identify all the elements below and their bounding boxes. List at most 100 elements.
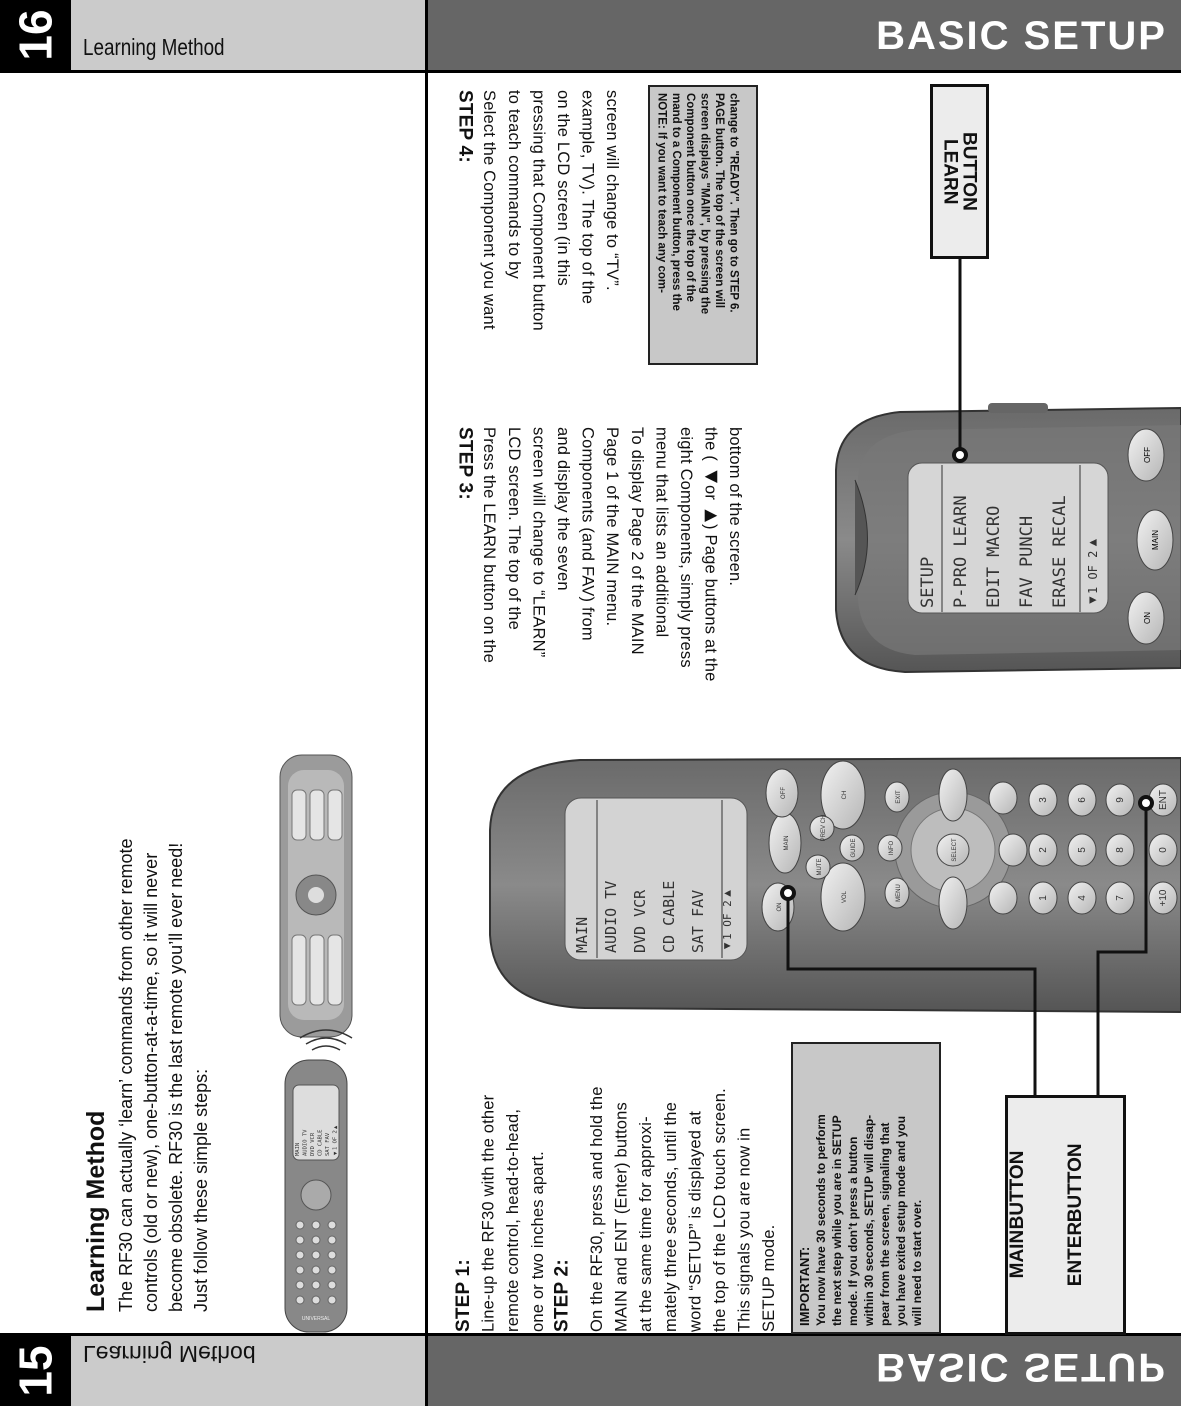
svg-text:9: 9: [1115, 797, 1126, 803]
n1-button[interactable]: 1: [1028, 881, 1058, 915]
lcd-line[interactable]: ERASE RECAL: [1044, 470, 1077, 608]
lcd-line[interactable]: P-PRO LEARN: [945, 470, 978, 608]
callout-label: LEARN BUTTON: [940, 132, 980, 211]
text-line: SETUP mode.: [760, 1224, 779, 1332]
note-line: screen displays "MAIN", by pressing the: [698, 93, 711, 315]
svg-text:PREV CH: PREV CH: [821, 815, 827, 842]
callout-line: BUTTON: [958, 132, 980, 211]
lcd-line[interactable]: CD CABLE: [655, 805, 684, 953]
lcd-line: ◀1 OF 2▶: [332, 1124, 339, 1156]
main-button[interactable]: MAIN: [1136, 509, 1174, 571]
text-line: example, TV). The top of the: [578, 90, 597, 305]
small-remote-key: [311, 1235, 321, 1245]
lcd-line[interactable]: FAV PUNCH: [1011, 470, 1044, 608]
plus10-button[interactable]: +10: [1148, 881, 1178, 915]
text-line: To display Page 2 of the MAIN: [627, 427, 646, 655]
lcd-line[interactable]: AUDIO TV: [597, 805, 626, 953]
svg-text:3: 3: [1038, 797, 1049, 803]
lcd-page-indicator[interactable]: ◀1 OF 2▶: [713, 805, 742, 953]
page-heading: Learning Method: [82, 1110, 110, 1312]
svg-text:VOL: VOL: [842, 890, 848, 903]
svg-text:4: 4: [1077, 895, 1088, 901]
small-remote-key: [327, 1280, 337, 1290]
text-line: screen will change to “TV”.: [603, 90, 622, 291]
svg-text:ON: ON: [777, 903, 783, 912]
callout-line: ENTER: [1064, 1222, 1086, 1287]
important-box: IMPORTANT: You now have 30 seconds to per…: [791, 1042, 941, 1334]
stop-button[interactable]: [988, 881, 1018, 915]
text-line: remote control, head-to-head,: [504, 1108, 523, 1332]
svg-text:MAIN: MAIN: [784, 836, 790, 851]
svg-text:6: 6: [1077, 797, 1088, 803]
text-line: the ( ◀or ▶) Page buttons at the: [701, 427, 720, 682]
callout-line: MAIN: [1006, 1230, 1028, 1279]
on-button[interactable]: ON: [1127, 591, 1165, 645]
important-line: the next step while you are in SETUP: [830, 1115, 844, 1326]
small-remote-key: [295, 1295, 305, 1305]
n7-button[interactable]: 7: [1105, 881, 1135, 915]
important-line: within 30 seconds, SETUP will disap-: [862, 1114, 876, 1326]
select-button[interactable]: SELECT: [936, 833, 970, 867]
text-line: word “SETUP” is displayed at: [686, 1110, 705, 1332]
mute-button[interactable]: MUTE: [805, 854, 831, 880]
fast-forward-button[interactable]: [938, 768, 968, 822]
callout-main-enter: MAIN BUTTON ENTER BUTTON: [1005, 1095, 1126, 1335]
menu-button[interactable]: MENU: [884, 877, 910, 909]
n6-button[interactable]: 6: [1067, 783, 1097, 817]
important-line: mode. If you don’t press a button: [846, 1136, 860, 1326]
svg-text:8: 8: [1115, 847, 1126, 853]
lcd-page-indicator[interactable]: ◀1 OF 2▶: [1077, 470, 1110, 608]
text-line: Select the Component you want: [480, 90, 499, 330]
svg-text:SELECT: SELECT: [952, 838, 958, 862]
lcd-line[interactable]: DVD VCR: [626, 805, 655, 953]
rewind-button[interactable]: [938, 876, 968, 930]
off-button[interactable]: OFF: [1127, 428, 1165, 482]
svg-text:5: 5: [1077, 847, 1088, 853]
n2-button[interactable]: 2: [1028, 833, 1058, 867]
small-remote-key: [327, 1220, 337, 1230]
pause-button[interactable]: [988, 781, 1018, 815]
off-button[interactable]: OFF: [765, 768, 799, 818]
lcd-line: SAT FAV: [325, 1132, 331, 1156]
small-remote-key: [295, 1235, 305, 1245]
exit-button[interactable]: EXIT: [884, 781, 910, 813]
universal-remote-photo: [279, 754, 353, 1038]
text-line: pressing that Component button: [529, 90, 548, 331]
note-line: mand to a Component button, press the: [669, 93, 682, 311]
small-remote-key: [295, 1250, 305, 1260]
lcd-line[interactable]: SAT FAV: [684, 805, 713, 953]
guide-button[interactable]: GUIDE: [839, 834, 865, 862]
text-line: become obsolete. RF30 is the last remote…: [166, 842, 186, 1312]
lcd-line: CD CABLE: [317, 1129, 324, 1157]
important-line: will need to start over.: [910, 1199, 924, 1326]
svg-text:EXIT: EXIT: [896, 790, 902, 804]
step-heading: STEP 2:: [551, 1259, 573, 1332]
text-line: at the same time for approxi-: [637, 1116, 656, 1332]
play-button[interactable]: [998, 833, 1028, 867]
svg-text:7: 7: [1115, 895, 1126, 901]
small-remote-key: [327, 1250, 337, 1260]
n9-button[interactable]: 9: [1105, 783, 1135, 817]
text-line: one or two inches apart.: [528, 1151, 547, 1332]
small-remote-key: [311, 1220, 321, 1230]
important-line: you have exited setup mode and you: [894, 1115, 908, 1326]
text-line: On the RF30, press and hold the: [587, 1086, 606, 1332]
note-line: Component button once the top of the: [684, 93, 697, 302]
small-remote-key: [311, 1250, 321, 1260]
n3-button[interactable]: 3: [1028, 783, 1058, 817]
callout-main-button: MAIN BUTTON: [1006, 1151, 1066, 1279]
text-line: to teach commands to by: [504, 90, 523, 279]
svg-text:OFF: OFF: [1143, 447, 1152, 463]
n8-button[interactable]: 8: [1105, 833, 1135, 867]
lcd-text-main: MAIN AUDIO TV DVD VCR CD CABLE SAT FAV ◀…: [568, 805, 742, 953]
n4-button[interactable]: 4: [1067, 881, 1097, 915]
n5-button[interactable]: 5: [1067, 833, 1097, 867]
small-remote-key: [327, 1265, 337, 1275]
svg-text:CH: CH: [842, 791, 848, 800]
info-button[interactable]: INFO: [877, 834, 903, 862]
lcd-line[interactable]: EDIT MACRO: [978, 470, 1011, 608]
main-button[interactable]: MAIN: [768, 812, 802, 874]
small-remote-key: [311, 1280, 321, 1290]
lcd-line: SETUP: [918, 556, 938, 608]
n0-button[interactable]: 0: [1148, 833, 1178, 867]
